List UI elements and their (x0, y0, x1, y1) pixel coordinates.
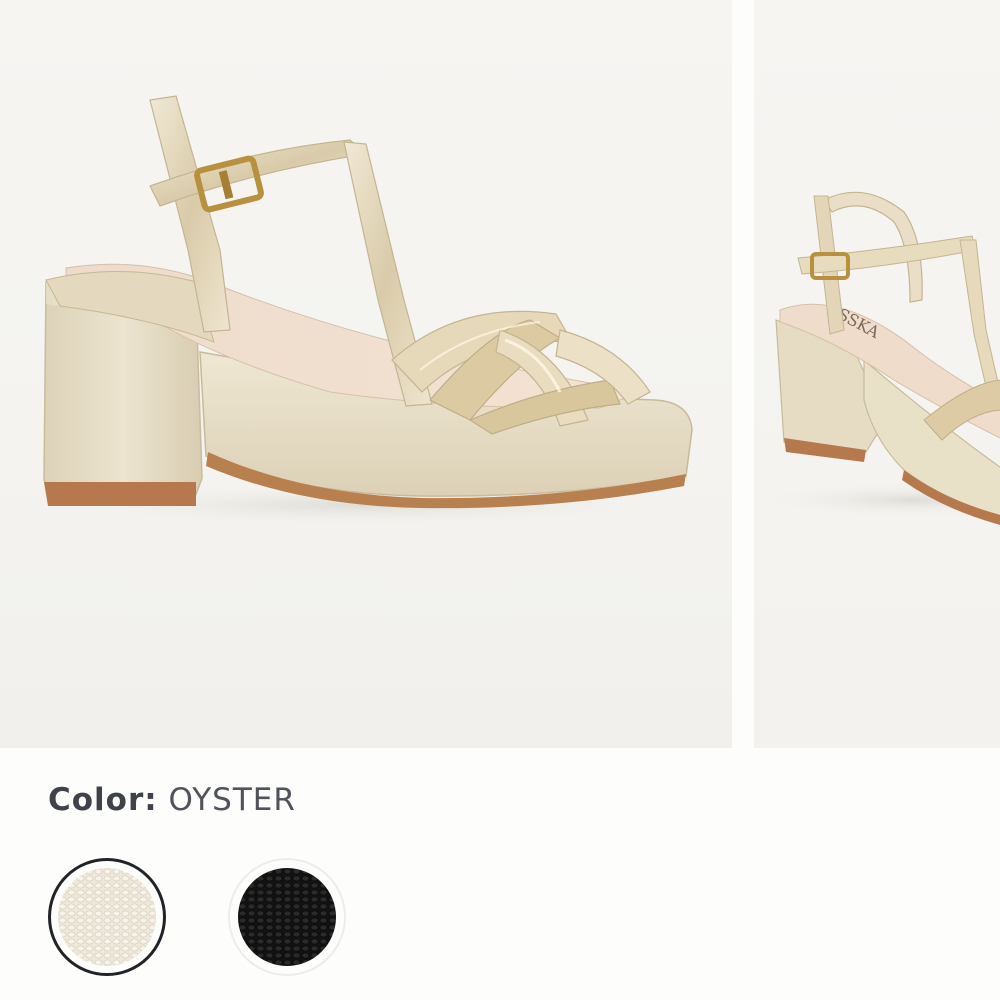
color-swatch-oyster[interactable] (48, 858, 166, 976)
swatch-black-texture (238, 868, 336, 966)
product-image-main[interactable]: ESSKA (0, 0, 732, 748)
product-image-next[interactable]: ESSKA (754, 0, 1000, 748)
sandal-three-quarter-view-image: ESSKA (754, 191, 1000, 525)
color-swatch-black[interactable] (228, 858, 346, 976)
swatch-oyster-texture (58, 868, 156, 966)
product-image-carousel[interactable]: ESSKA (0, 0, 1000, 748)
color-selector-heading: Color: OYSTER (48, 782, 296, 822)
product-page: ESSKA Color: OYSTER (0, 0, 1000, 1000)
selected-color-name: OYSTER (168, 782, 296, 818)
color-label: Color: (48, 782, 158, 818)
sandal-side-view-image: ESSKA (30, 95, 693, 527)
